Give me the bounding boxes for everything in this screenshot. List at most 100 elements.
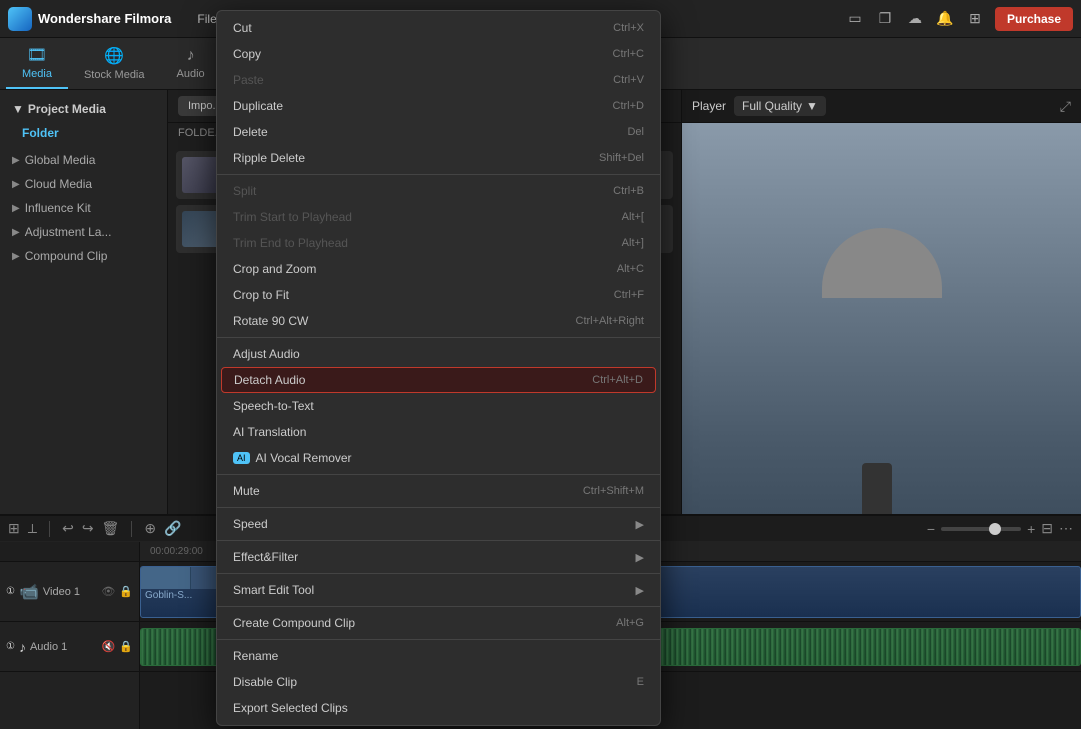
timeline-delete-icon[interactable]: 🗑: [102, 520, 120, 537]
ctx-sep-7: [217, 606, 660, 607]
sidebar-item-influence-kit-label: Influence Kit: [25, 201, 91, 215]
timeline-magnet-icon[interactable]: ⟂: [28, 520, 37, 537]
tab-stock-media[interactable]: 🌐 Stock Media: [68, 38, 161, 89]
quality-select[interactable]: Full Quality ▼: [734, 96, 826, 116]
sidebar-item-cloud-media[interactable]: ▶ Cloud Media: [0, 172, 167, 196]
ctx-disable-clip[interactable]: Disable Clip E: [217, 669, 660, 695]
timeline-add-track-icon[interactable]: ⊕: [144, 520, 156, 537]
ctx-ai-vocal-remover-label: AI Vocal Remover: [256, 451, 644, 465]
track-label-video1: ① 📹 Video 1 👁 🔒: [0, 562, 139, 622]
ctx-paste-label: Paste: [233, 73, 573, 87]
ctx-crop-fit-shortcut: Ctrl+F: [614, 289, 644, 301]
player-expand-icon[interactable]: ⤢: [1060, 98, 1071, 115]
ctx-ripple-delete[interactable]: Ripple Delete Shift+Del: [217, 145, 660, 171]
audio-lock-icon[interactable]: 🔒: [119, 640, 133, 653]
player-label: Player: [692, 99, 726, 113]
ctx-cut[interactable]: Cut Ctrl+X: [217, 15, 660, 41]
ctx-crop-zoom[interactable]: Crop and Zoom Alt+C: [217, 256, 660, 282]
bell-icon[interactable]: 🔔: [935, 9, 955, 29]
sidebar-item-global-media[interactable]: ▶ Global Media: [0, 148, 167, 172]
ctx-disable-clip-label: Disable Clip: [233, 675, 597, 689]
sidebar-item-adjustment-layer[interactable]: ▶ Adjustment La...: [0, 220, 167, 244]
audio-track-music-icon: ♪: [19, 639, 26, 655]
video-track-num-icon: ①: [6, 586, 15, 597]
ctx-effect-filter-label: Effect&Filter: [233, 550, 636, 564]
minimize-icon[interactable]: ▭: [845, 9, 865, 29]
ctx-copy[interactable]: Copy Ctrl+C: [217, 41, 660, 67]
ctx-trim-end-shortcut: Alt+]: [622, 237, 644, 249]
ctx-trim-start-shortcut: Alt+[: [622, 211, 644, 223]
ctx-create-compound-clip[interactable]: Create Compound Clip Alt+G: [217, 610, 660, 636]
ctx-copy-label: Copy: [233, 47, 573, 61]
video-lock-icon[interactable]: 🔒: [119, 585, 133, 598]
more-options-icon[interactable]: ⋯: [1059, 520, 1073, 537]
ctx-ripple-delete-label: Ripple Delete: [233, 151, 559, 165]
audio-track-name: Audio 1: [30, 641, 67, 653]
ctx-smart-edit-tool-label: Smart Edit Tool: [233, 583, 636, 597]
zoom-track[interactable]: [941, 527, 1021, 531]
ctx-mute-label: Mute: [233, 484, 543, 498]
tab-audio[interactable]: ♪ Audio: [161, 38, 221, 89]
ctx-speed-arrow-icon: ▶: [636, 518, 644, 531]
sidebar-folder[interactable]: Folder: [8, 122, 159, 144]
ctx-create-compound-clip-label: Create Compound Clip: [233, 616, 576, 630]
ctx-crop-fit[interactable]: Crop to Fit Ctrl+F: [217, 282, 660, 308]
ctx-ai-translation[interactable]: AI Translation: [217, 419, 660, 445]
purchase-button[interactable]: Purchase: [995, 7, 1073, 31]
ctx-split-shortcut: Ctrl+B: [613, 185, 644, 197]
timeline-sep-2: [131, 521, 132, 537]
audio-tab-icon: ♪: [187, 47, 195, 65]
ctx-cut-shortcut: Ctrl+X: [613, 22, 644, 34]
influence-kit-arrow-icon: ▶: [12, 203, 20, 214]
zoom-plus-icon[interactable]: +: [1027, 521, 1035, 537]
ctx-speech-to-text[interactable]: Speech-to-Text: [217, 393, 660, 419]
sidebar-item-compound-clip[interactable]: ▶ Compound Clip: [0, 244, 167, 268]
timeline-redo-icon[interactable]: ↪: [82, 520, 94, 537]
timeline-undo-icon[interactable]: ↩: [62, 520, 74, 537]
sidebar-item-influence-kit[interactable]: ▶ Influence Kit: [0, 196, 167, 220]
timeline-add-icon[interactable]: ⊞: [8, 520, 20, 537]
quality-dropdown-icon: ▼: [806, 99, 818, 113]
cloud-media-arrow-icon: ▶: [12, 179, 20, 190]
video-eye-icon[interactable]: 👁: [101, 585, 115, 598]
ctx-crop-zoom-label: Crop and Zoom: [233, 262, 577, 276]
zoom-minus-icon[interactable]: −: [927, 521, 935, 537]
ctx-rotate-shortcut: Ctrl+Alt+Right: [576, 315, 644, 327]
ctx-effect-filter[interactable]: Effect&Filter ▶: [217, 544, 660, 570]
ctx-export-selected-label: Export Selected Clips: [233, 701, 644, 715]
stock-media-tab-icon: 🌐: [104, 46, 124, 66]
ctx-adjust-audio-label: Adjust Audio: [233, 347, 604, 361]
ctx-ai-vocal-remover[interactable]: AI AI Vocal Remover: [217, 445, 660, 471]
tab-media[interactable]: 🎞 Media: [6, 38, 68, 89]
grid-icon[interactable]: ⊞: [965, 9, 985, 29]
ctx-detach-audio[interactable]: Detach Audio Ctrl+Alt+D: [221, 367, 656, 393]
ctx-rotate[interactable]: Rotate 90 CW Ctrl+Alt+Right: [217, 308, 660, 334]
ctx-trim-end-label: Trim End to Playhead: [233, 236, 582, 250]
ctx-duplicate[interactable]: Duplicate Ctrl+D: [217, 93, 660, 119]
media-tab-icon: 🎞: [27, 45, 47, 65]
ctx-rename[interactable]: Rename: [217, 643, 660, 669]
restore-icon[interactable]: ❐: [875, 9, 895, 29]
ctx-speed[interactable]: Speed ▶: [217, 511, 660, 537]
timeline-sep-1: [49, 521, 50, 537]
ctx-mute-shortcut: Ctrl+Shift+M: [583, 485, 644, 497]
ctx-sep-1: [217, 174, 660, 175]
ctx-adjust-audio[interactable]: Adjust Audio: [217, 341, 660, 367]
ctx-smart-edit-tool[interactable]: Smart Edit Tool ▶: [217, 577, 660, 603]
timeline-link-icon[interactable]: 🔗: [164, 520, 181, 537]
ctx-split-label: Split: [233, 184, 573, 198]
ctx-split: Split Ctrl+B: [217, 178, 660, 204]
ctx-effect-filter-arrow-icon: ▶: [636, 551, 644, 564]
ctx-mute[interactable]: Mute Ctrl+Shift+M: [217, 478, 660, 504]
tab-stock-media-label: Stock Media: [84, 69, 145, 81]
sidebar-section-project: ▼ Project Media Folder: [0, 90, 167, 148]
audio-mute-icon[interactable]: 🔇: [102, 640, 116, 653]
cloud-icon[interactable]: ☁: [905, 9, 925, 29]
ctx-rename-label: Rename: [233, 649, 644, 663]
ctx-export-selected[interactable]: Export Selected Clips: [217, 695, 660, 721]
sidebar-project-media-header[interactable]: ▼ Project Media: [8, 96, 159, 122]
grid-list-icon[interactable]: ⊟: [1041, 520, 1053, 537]
ctx-sep-6: [217, 573, 660, 574]
ctx-sep-5: [217, 540, 660, 541]
ctx-delete[interactable]: Delete Del: [217, 119, 660, 145]
